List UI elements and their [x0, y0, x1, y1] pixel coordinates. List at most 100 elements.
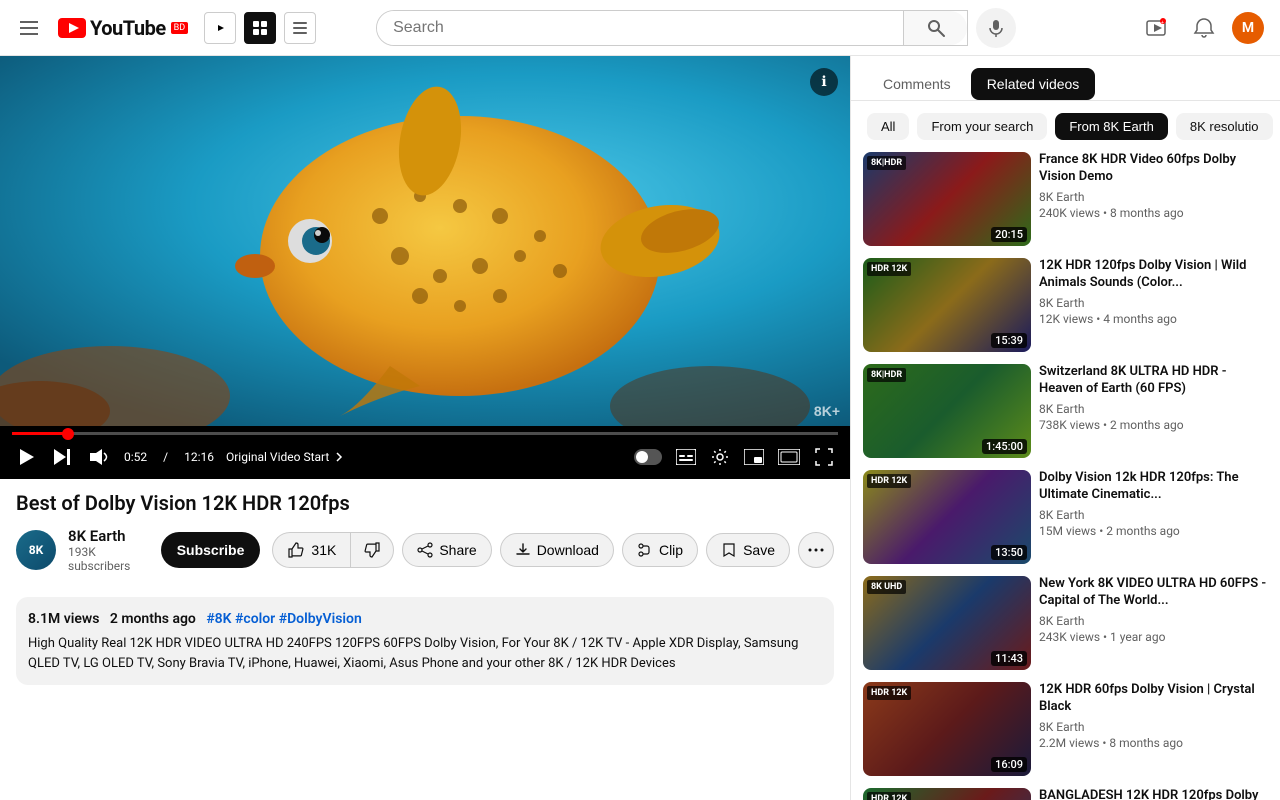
- related-videos-list: 8K|HDR 20:15 France 8K HDR Video 60fps D…: [851, 152, 1280, 800]
- related-meta-1: 12K views • 4 months ago: [1039, 312, 1268, 326]
- tab-related-videos[interactable]: Related videos: [971, 68, 1096, 100]
- autoplay-toggle[interactable]: [630, 445, 666, 469]
- miniplayer-button[interactable]: [740, 445, 768, 469]
- thumb-duration-4: 11:43: [991, 651, 1027, 666]
- next-button[interactable]: [48, 443, 76, 471]
- chevron-right-icon: [333, 451, 345, 463]
- description-text: High Quality Real 12K HDR VIDEO ULTRA HD…: [28, 634, 822, 673]
- subtitles-button[interactable]: [672, 445, 700, 469]
- grid-icon-btn[interactable]: [244, 12, 276, 44]
- search-button[interactable]: [903, 11, 967, 45]
- controls-row: 0:52 / 12:16 Original Video Start: [12, 443, 838, 471]
- shorts-icon: [211, 19, 229, 37]
- info-button[interactable]: ℹ: [810, 68, 838, 96]
- description-box[interactable]: 8.1M views 2 months ago #8K #color #Dolb…: [16, 597, 834, 685]
- create-icon: +: [1145, 17, 1167, 39]
- original-video-label: Original Video Start: [226, 450, 329, 464]
- progress-bar[interactable]: [12, 432, 838, 435]
- theater-button[interactable]: [774, 445, 804, 469]
- fullscreen-button[interactable]: [810, 443, 838, 471]
- related-meta-4: 243K views • 1 year ago: [1039, 630, 1268, 644]
- related-info-2: Switzerland 8K ULTRA HD HDR - Heaven of …: [1039, 364, 1268, 458]
- hamburger-menu[interactable]: [16, 17, 42, 39]
- related-meta-5: 2.2M views • 8 months ago: [1039, 736, 1268, 750]
- shorts-icon-btn[interactable]: [204, 12, 236, 44]
- share-label: Share: [439, 542, 476, 558]
- grid-icon: [251, 19, 269, 37]
- like-button[interactable]: 31K: [272, 532, 350, 568]
- settings-button[interactable]: [706, 443, 734, 471]
- subscribe-button[interactable]: Subscribe: [161, 532, 261, 568]
- filter-from-8k-earth[interactable]: From 8K Earth: [1055, 113, 1168, 140]
- action-buttons: 31K Share Download: [272, 532, 834, 568]
- tab-comments[interactable]: Comments: [867, 68, 967, 100]
- list-icon: [291, 19, 309, 37]
- related-video-item[interactable]: HDR 12K 1:17:08 BANGLADESH 12K HDR 120fp…: [863, 788, 1268, 800]
- volume-button[interactable]: [84, 443, 112, 471]
- thumb-duration-2: 1:45:00: [982, 439, 1027, 454]
- related-channel-4: 8K Earth: [1039, 614, 1268, 628]
- related-title-5: 12K HDR 60fps Dolby Vision | Crystal Bla…: [1039, 682, 1268, 716]
- youtube-logo-icon: [58, 18, 86, 38]
- thumb-duration-5: 16:09: [991, 757, 1027, 772]
- autoplay-icon: [634, 449, 662, 465]
- channel-avatar[interactable]: 8K: [16, 530, 56, 570]
- related-title-6: BANGLADESH 12K HDR 120fps Dolby Vision w…: [1039, 788, 1268, 800]
- play-button[interactable]: [12, 443, 40, 471]
- filter-all[interactable]: All: [867, 113, 909, 140]
- theater-icon: [778, 449, 800, 465]
- related-video-item[interactable]: 8K|HDR 1:45:00 Switzerland 8K ULTRA HD H…: [863, 364, 1268, 458]
- video-canvas: 8K+: [0, 56, 850, 426]
- related-channel-1: 8K Earth: [1039, 296, 1268, 310]
- related-channel-2: 8K Earth: [1039, 402, 1268, 416]
- related-video-item[interactable]: HDR 12K 16:09 12K HDR 60fps Dolby Vision…: [863, 682, 1268, 776]
- related-video-item[interactable]: 8K|HDR 20:15 France 8K HDR Video 60fps D…: [863, 152, 1268, 246]
- related-title-3: Dolby Vision 12k HDR 120fps: The Ultimat…: [1039, 470, 1268, 504]
- download-button[interactable]: Download: [500, 533, 614, 567]
- related-thumb-2: 8K|HDR 1:45:00: [863, 364, 1031, 458]
- related-thumb-0: 8K|HDR 20:15: [863, 152, 1031, 246]
- like-group: 31K: [272, 532, 394, 568]
- hdr-badge-0: 8K|HDR: [867, 156, 906, 170]
- video-section: 8K+ ℹ 0:52: [0, 56, 850, 800]
- clip-button[interactable]: Clip: [622, 533, 698, 567]
- avatar[interactable]: M: [1232, 12, 1264, 44]
- controls-right: [630, 443, 838, 471]
- search-input[interactable]: [377, 11, 903, 45]
- search-icon: [926, 18, 946, 38]
- progress-played: [12, 432, 68, 435]
- more-actions-button[interactable]: [798, 532, 834, 568]
- related-video-item[interactable]: HDR 12K 13:50 Dolby Vision 12k HDR 120fp…: [863, 470, 1268, 564]
- share-button[interactable]: Share: [402, 533, 491, 567]
- original-video-start[interactable]: Original Video Start: [226, 450, 345, 464]
- progress-dot: [62, 428, 74, 440]
- filter-8k-resolution[interactable]: 8K resolutio: [1176, 113, 1273, 140]
- related-title-4: New York 8K VIDEO ULTRA HD 60FPS - Capit…: [1039, 576, 1268, 610]
- related-meta-2: 738K views • 2 months ago: [1039, 418, 1268, 432]
- header: YouTubeBD: [0, 0, 1280, 56]
- filter-from-your-search[interactable]: From your search: [917, 113, 1047, 140]
- thumb-duration-3: 13:50: [991, 545, 1027, 560]
- mic-icon: [987, 19, 1005, 37]
- related-video-item[interactable]: 8K UHD 11:43 New York 8K VIDEO ULTRA HD …: [863, 576, 1268, 670]
- mic-button[interactable]: [976, 8, 1016, 48]
- list-icon-btn[interactable]: [284, 12, 316, 44]
- save-button[interactable]: Save: [706, 533, 790, 567]
- hdr-badge-1: HDR 12K: [867, 262, 911, 276]
- total-time: 12:16: [184, 450, 214, 464]
- video-controls: 0:52 / 12:16 Original Video Start: [0, 426, 850, 479]
- share-icon: [417, 542, 433, 558]
- create-button[interactable]: +: [1136, 8, 1176, 48]
- dislike-button[interactable]: [350, 532, 394, 568]
- search-area: [376, 8, 1016, 48]
- related-video-item[interactable]: HDR 12K 15:39 12K HDR 120fps Dolby Visio…: [863, 258, 1268, 352]
- related-channel-3: 8K Earth: [1039, 508, 1268, 522]
- notifications-button[interactable]: [1184, 8, 1224, 48]
- related-info-0: France 8K HDR Video 60fps Dolby Vision D…: [1039, 152, 1268, 246]
- upload-time: 2 months ago: [110, 611, 196, 627]
- related-channel-0: 8K Earth: [1039, 190, 1268, 204]
- logo-area[interactable]: YouTubeBD: [58, 16, 188, 40]
- video-frame[interactable]: 8K+ ℹ: [0, 56, 850, 426]
- search-box: [376, 10, 968, 46]
- header-left: YouTubeBD: [16, 16, 188, 40]
